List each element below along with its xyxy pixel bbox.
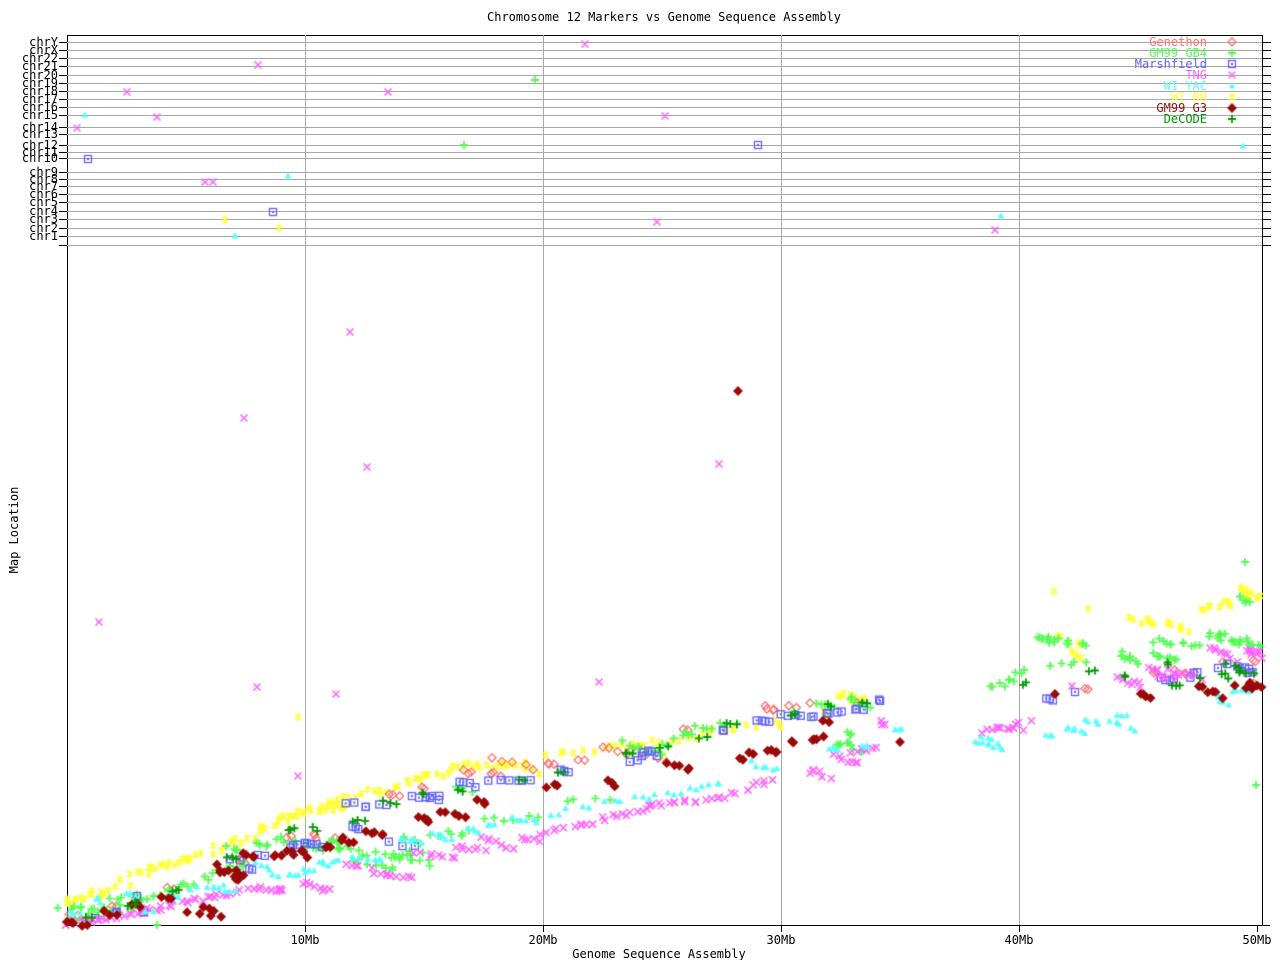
chromosome-scatter-plot: Chromosome 12 Markers vs Genome Sequence…	[0, 0, 1280, 960]
scatter-points-canvas	[0, 0, 1280, 960]
